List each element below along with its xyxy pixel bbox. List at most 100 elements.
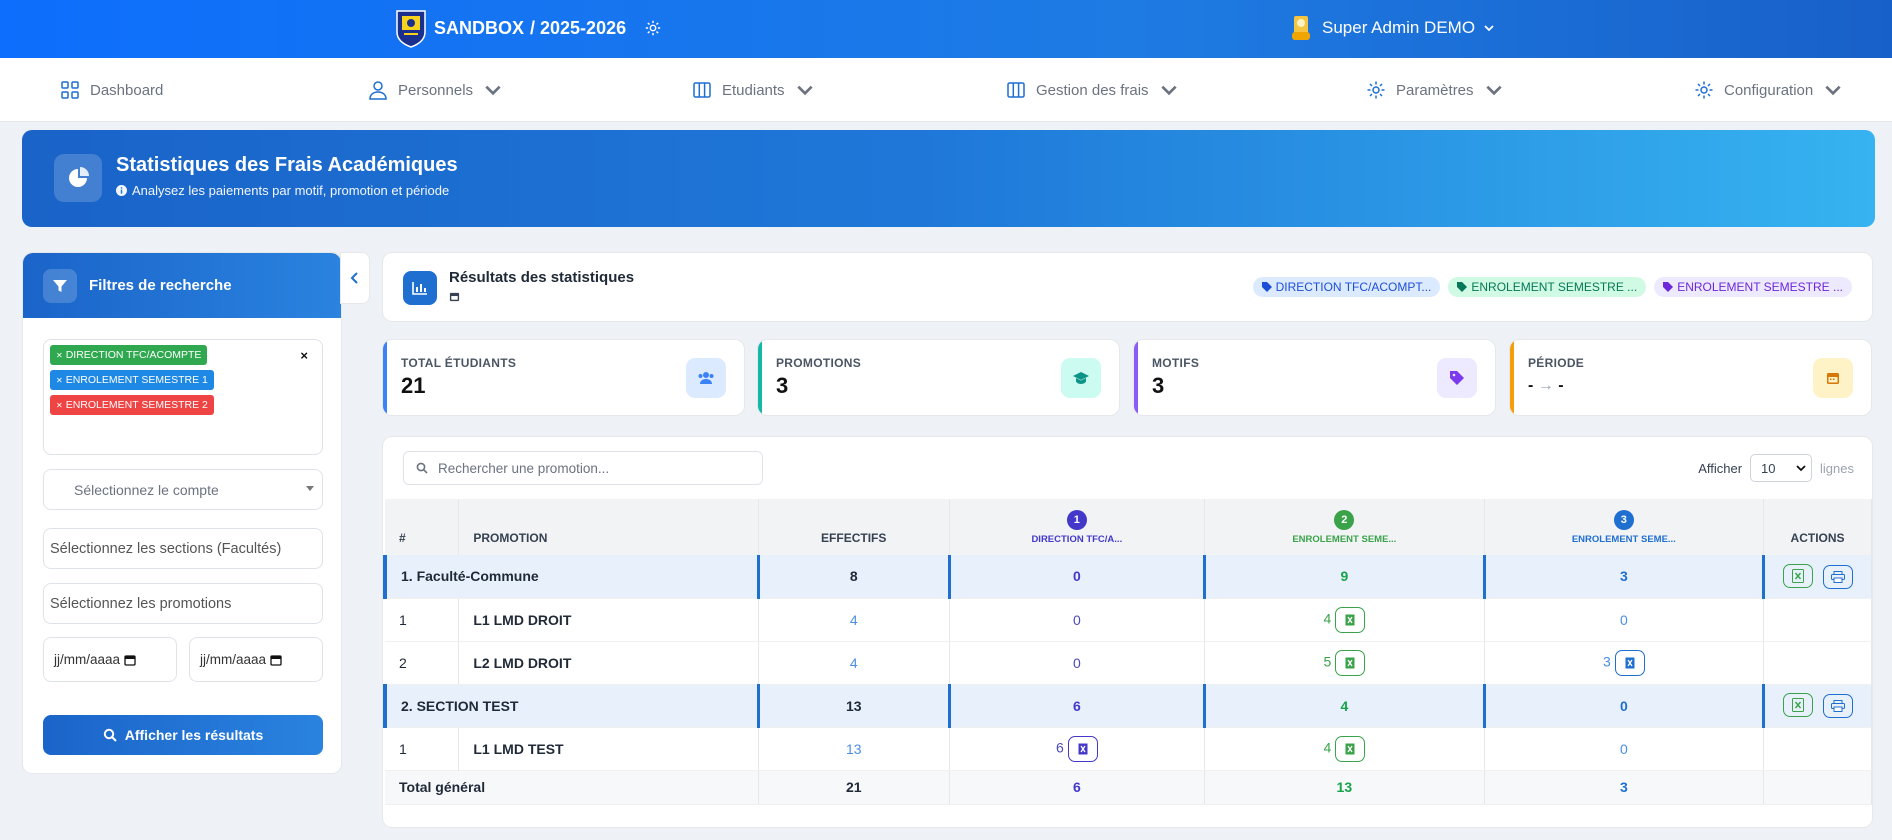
subtitle-text: Analysez les paiements par motif, promot… (132, 183, 450, 198)
show-results-button[interactable]: Afficher les résultats (43, 715, 323, 755)
filters-panel: Filtres de recherche ✕ DIRECTION TFC/ACOM… (22, 252, 342, 774)
user-avatar-icon (1292, 16, 1310, 40)
user-icon (369, 81, 387, 100)
calendar-icon[interactable] (124, 654, 136, 666)
collapse-filters-button[interactable] (340, 252, 370, 304)
promotions-input[interactable]: Sélectionnez les promotions (43, 583, 323, 624)
excel-export-button[interactable] (1783, 693, 1814, 717)
excel-export-button[interactable] (1335, 735, 1366, 762)
page-title: Statistiques des Frais Académiques (116, 154, 458, 176)
cell-effectifs: 13 (758, 727, 950, 771)
cell-motif-1: 0 (949, 641, 1206, 685)
table-header-row: # PROMOTION EFFECTIFS 1 DIRECTION TFC/A..… (385, 499, 1872, 555)
motif-tag[interactable]: ✕ DIRECTION TFC/ACOMPTE (50, 345, 208, 365)
excel-icon (1345, 614, 1355, 625)
promotion-search-input[interactable]: Rechercher une promotion... (403, 451, 763, 485)
cell-motif-3: 3 (1484, 641, 1765, 685)
cell-motif-2: 13 (1204, 770, 1485, 805)
cell-effectifs: 4 (758, 598, 950, 642)
excel-export-button[interactable] (1335, 649, 1366, 676)
cell-num: 2 (385, 641, 460, 685)
col-effectifs: EFFECTIFS (758, 499, 950, 555)
nav-personnels[interactable]: Personnels (368, 80, 503, 100)
tag-icon (1663, 282, 1674, 292)
filters-header: Filtres de recherche (23, 253, 341, 318)
promotions-placeholder: Sélectionnez les promotions (50, 595, 232, 612)
stat-label: PÉRIODE (1528, 356, 1585, 370)
excel-export-button[interactable] (1067, 735, 1098, 762)
motif-badge: DIRECTION TFC/ACOMPT... (1252, 277, 1441, 297)
table-group-row: 1. Faculté-Commune 8 0 9 3 (382, 555, 1872, 599)
col-actions: ACTIONS (1763, 499, 1872, 555)
cell-effectifs: 8 (758, 555, 951, 599)
cell-motif-1: 6 (949, 684, 1207, 728)
cell-effectifs: 21 (758, 770, 950, 805)
bar-chart-icon (403, 271, 437, 305)
group-name: 1. Faculté-Commune (382, 555, 760, 599)
stat-label: MOTIFS (1152, 356, 1200, 370)
cell-num: 1 (385, 598, 460, 642)
remove-tag-icon[interactable]: ✕ (56, 376, 63, 385)
stat-card-promotions: PROMOTIONS 3 (757, 339, 1120, 416)
calendar-icon[interactable] (270, 654, 282, 666)
excel-export-button[interactable] (1783, 563, 1814, 588)
cell-motif-2: 4 (1204, 684, 1486, 728)
cell-num: 1 (385, 727, 460, 771)
cell-actions (1763, 727, 1872, 771)
table-row: 2 L2 LMD DROIT 4 0 5 3 (385, 641, 1872, 685)
nav-gestion-frais[interactable]: Gestion des frais (1006, 80, 1179, 100)
table-total-row: Total général 21 6 13 3 (385, 770, 1872, 805)
page-size-select[interactable]: 10 (1750, 454, 1813, 482)
date-placeholder: jj/mm/aaaa (200, 652, 267, 667)
stat-card-period: PÉRIODE - → - (1509, 339, 1872, 416)
date-to-input[interactable]: jj/mm/aaaa (189, 637, 323, 682)
motif-multiselect[interactable]: ✕ DIRECTION TFC/ACOMPTE ✕ ENROLEMENT SEMES… (43, 339, 323, 455)
nav-label: Personnels (398, 81, 474, 99)
nav-dashboard[interactable]: Dashboard (60, 80, 163, 100)
excel-icon (1792, 568, 1805, 583)
sections-placeholder: Sélectionnez les sections (Facultés) (50, 540, 282, 557)
clear-all-icon[interactable]: × (300, 348, 308, 363)
sections-input[interactable]: Sélectionnez les sections (Facultés) (43, 528, 323, 569)
brand[interactable]: SANDBOX / 2025-2026 (394, 8, 662, 48)
print-button[interactable] (1822, 564, 1853, 589)
print-button[interactable] (1822, 694, 1853, 718)
excel-export-button[interactable] (1335, 606, 1366, 633)
table-row: 1 L1 LMD TEST 13 6 4 0 (385, 727, 1872, 771)
account-select[interactable]: Sélectionnez le compte (43, 469, 323, 510)
date-from-input[interactable]: jj/mm/aaaa (43, 637, 177, 682)
nav-label: Etudiants (722, 81, 785, 99)
cell-motif-3: 0 (1484, 598, 1765, 642)
group-name: 2. SECTION TEST (382, 684, 760, 728)
motif-badge: ENROLEMENT SEMESTRE ... (1654, 277, 1852, 297)
gear-icon[interactable] (644, 19, 662, 37)
chevron-down-icon (1825, 85, 1841, 96)
page-subtitle: Analysez les paiements par motif, promot… (116, 183, 449, 198)
page-banner: Statistiques des Frais Académiques Analy… (22, 130, 1875, 227)
chevron-down-icon (1160, 85, 1177, 96)
nav-parametres[interactable]: Paramètres (1366, 80, 1504, 100)
excel-export-button[interactable] (1614, 649, 1645, 676)
academic-year: / 2025-2026 (530, 17, 627, 38)
cell-motif-2: 5 (1204, 641, 1485, 685)
calendar-icon (449, 292, 460, 302)
info-icon (116, 185, 127, 196)
nav-configuration[interactable]: Configuration (1694, 80, 1843, 100)
filters-title: Filtres de recherche (89, 277, 232, 294)
chevron-down-icon (796, 85, 813, 96)
chevron-down-icon (1795, 465, 1806, 472)
cell-motif-2: 9 (1204, 555, 1486, 599)
calendar-icon (1813, 358, 1853, 398)
remove-tag-icon[interactable]: ✕ (56, 351, 63, 360)
cell-motif-3: 0 (1484, 684, 1766, 728)
printer-icon (1830, 700, 1845, 712)
nav-etudiants[interactable]: Etudiants (692, 80, 815, 100)
cell-motif-1: 6 (949, 727, 1206, 771)
excel-icon (1078, 743, 1088, 754)
motif-tag[interactable]: ✕ ENROLEMENT SEMESTRE 2 (50, 395, 214, 415)
cell-effectifs: 4 (758, 641, 950, 685)
user-menu[interactable]: Super Admin DEMO (1288, 14, 1495, 42)
remove-tag-icon[interactable]: ✕ (56, 401, 63, 410)
motif-tag[interactable]: ✕ ENROLEMENT SEMESTRE 1 (50, 370, 214, 390)
cell-actions (1763, 598, 1872, 642)
